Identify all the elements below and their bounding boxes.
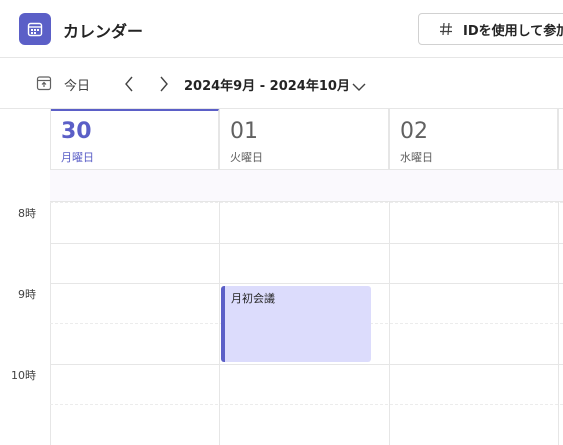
calendar-toolbar: 今日 2024年9月 - 2024年10月: [0, 59, 563, 109]
app-header: カレンダー IDを使用して参加: [0, 0, 563, 58]
day-number: 02: [400, 119, 428, 144]
hour-label: 9時: [18, 288, 36, 301]
day-weekday: 火曜日: [230, 151, 263, 164]
join-with-id-button[interactable]: IDを使用して参加: [418, 13, 563, 45]
all-day-row[interactable]: [50, 169, 563, 202]
event-title: 月初会議: [231, 292, 275, 305]
hour-label: 10時: [11, 369, 36, 382]
chevron-left-icon[interactable]: [120, 74, 138, 94]
join-with-id-label: IDを使用して参加: [463, 23, 563, 39]
day-number: 30: [61, 119, 92, 144]
day-weekday: 水曜日: [400, 151, 433, 164]
hour-label: 8時: [18, 207, 36, 220]
day-header-wednesday[interactable]: 02 水曜日: [390, 109, 558, 169]
day-weekday: 月曜日: [61, 151, 94, 164]
chevron-down-icon[interactable]: [352, 77, 366, 96]
day-number: 01: [230, 119, 258, 144]
day-column-divider: [558, 109, 559, 445]
chevron-right-icon[interactable]: [155, 74, 173, 94]
date-range-label[interactable]: 2024年9月 - 2024年10月: [184, 75, 350, 94]
hash-icon: [439, 22, 453, 36]
calendar-event[interactable]: 月初会議: [221, 286, 371, 362]
app-title: カレンダー: [63, 22, 144, 41]
half-hour-line: [50, 404, 563, 405]
today-icon[interactable]: [36, 75, 52, 95]
half-hour-line: [50, 202, 563, 203]
today-button[interactable]: 今日: [64, 75, 90, 94]
day-header-monday[interactable]: 30 月曜日: [51, 109, 219, 169]
half-hour-line: [50, 243, 563, 244]
day-header-tuesday[interactable]: 01 火曜日: [220, 109, 389, 169]
hour-line: [50, 364, 563, 365]
calendar-app-icon: [19, 13, 51, 45]
hour-line: [50, 283, 563, 284]
